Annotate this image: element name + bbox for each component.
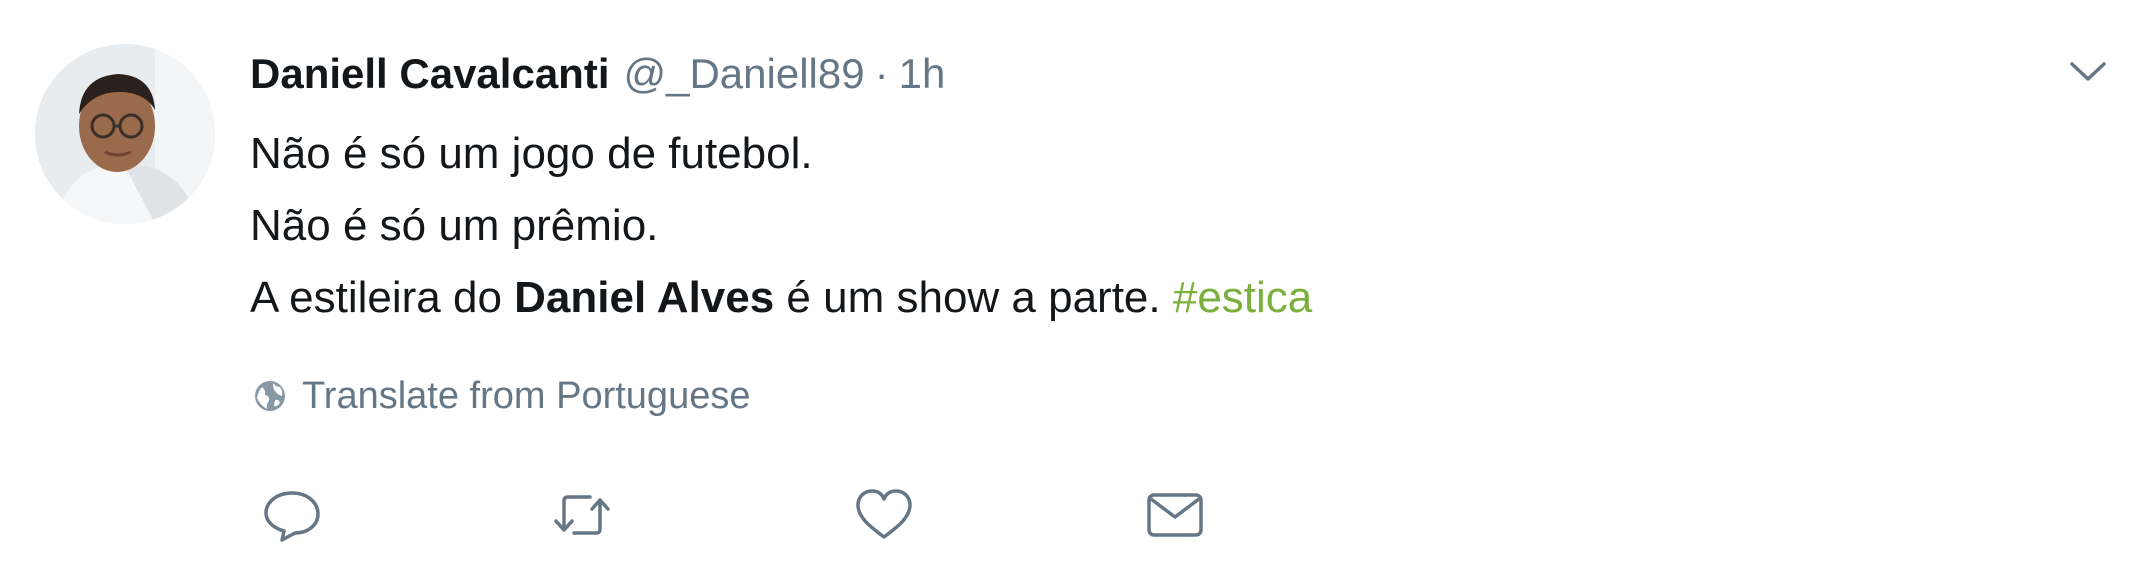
hashtag-link[interactable]: #estica	[1173, 273, 1312, 322]
tweet-timestamp[interactable]: 1h	[899, 46, 946, 102]
avatar[interactable]	[35, 44, 215, 224]
like-button[interactable]	[852, 485, 916, 545]
highlighted-name: Daniel Alves	[514, 273, 775, 322]
direct-message-icon	[1147, 493, 1203, 537]
tweet-card[interactable]: Daniell Cavalcanti @_Daniell89 · 1h Não …	[0, 0, 2150, 575]
globe-icon	[255, 381, 285, 411]
header-separator: ·	[874, 50, 889, 97]
translate-link[interactable]: Translate from Portuguese	[252, 370, 750, 422]
retweet-icon	[554, 495, 610, 535]
tweet-header: Daniell Cavalcanti @_Daniell89 · 1h	[250, 46, 945, 102]
tweet-text-line: Não é só um jogo de futebol.	[250, 129, 813, 178]
reply-icon	[264, 491, 320, 542]
tweet-text-line: Não é só um prêmio.	[250, 201, 659, 250]
tweet-text-segment: é um show a parte.	[774, 273, 1173, 322]
tweet-text: Não é só um jogo de futebol. Não é só um…	[250, 118, 1312, 334]
reply-button[interactable]	[260, 485, 324, 545]
tweet-text-segment: A estileira do	[250, 273, 515, 322]
author-display-name[interactable]: Daniell Cavalcanti	[250, 46, 609, 102]
chevron-down-icon[interactable]	[2066, 54, 2110, 88]
like-icon	[856, 489, 912, 539]
direct-message-button[interactable]	[1143, 485, 1207, 545]
translate-label: Translate from Portuguese	[302, 374, 751, 417]
author-handle[interactable]: @_Daniell89	[623, 46, 864, 102]
tweet-text-line: A estileira do Daniel Alves é um show a …	[250, 262, 1312, 334]
avatar-photo	[35, 44, 215, 224]
retweet-button[interactable]	[550, 485, 614, 545]
